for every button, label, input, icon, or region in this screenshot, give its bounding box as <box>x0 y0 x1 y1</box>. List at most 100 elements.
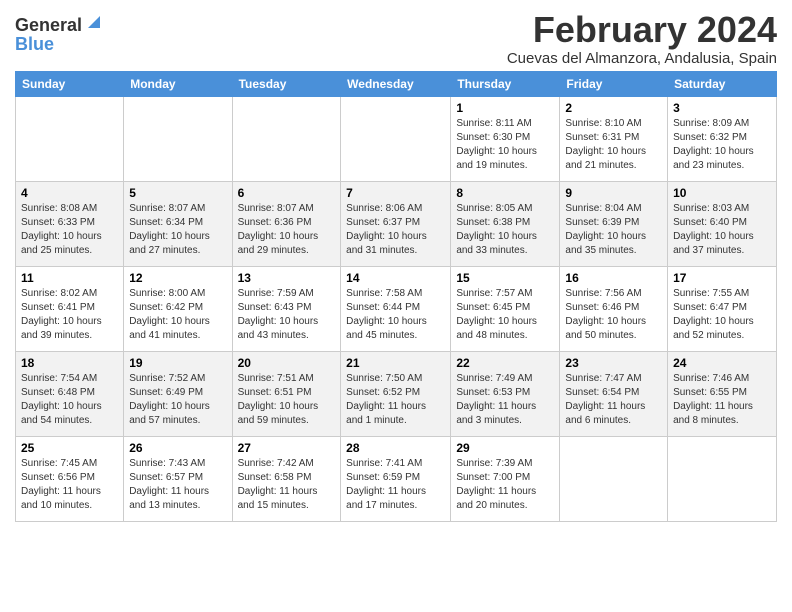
day-info: Sunrise: 8:07 AM Sunset: 6:34 PM Dayligh… <box>129 202 226 258</box>
page-header: General Blue February 2024 Cuevas del Al… <box>15 10 777 67</box>
header-tuesday: Tuesday <box>232 71 341 96</box>
day-number: 22 <box>456 356 554 370</box>
day-info: Sunrise: 8:04 AM Sunset: 6:39 PM Dayligh… <box>565 202 662 258</box>
day-number: 24 <box>673 356 771 370</box>
day-info: Sunrise: 7:55 AM Sunset: 6:47 PM Dayligh… <box>673 287 771 343</box>
day-cell-18: 18 Sunrise: 7:54 AM Sunset: 6:48 PM Dayli… <box>16 351 124 436</box>
empty-cell <box>668 436 777 521</box>
title-section: February 2024 Cuevas del Almanzora, Anda… <box>507 10 777 67</box>
day-number: 5 <box>129 186 226 200</box>
day-info: Sunrise: 7:50 AM Sunset: 6:52 PM Dayligh… <box>346 372 445 428</box>
day-cell-25: 25 Sunrise: 7:45 AM Sunset: 6:56 PM Dayli… <box>16 436 124 521</box>
day-info: Sunrise: 7:54 AM Sunset: 6:48 PM Dayligh… <box>21 372 118 428</box>
day-cell-2: 2 Sunrise: 8:10 AM Sunset: 6:31 PM Daylig… <box>560 96 668 181</box>
day-cell-9: 9 Sunrise: 8:04 AM Sunset: 6:39 PM Daylig… <box>560 181 668 266</box>
day-cell-26: 26 Sunrise: 7:43 AM Sunset: 6:57 PM Dayli… <box>124 436 232 521</box>
logo-general-text: General <box>15 16 82 34</box>
day-cell-19: 19 Sunrise: 7:52 AM Sunset: 6:49 PM Dayli… <box>124 351 232 436</box>
header-sunday: Sunday <box>16 71 124 96</box>
empty-cell <box>124 96 232 181</box>
empty-cell <box>341 96 451 181</box>
day-info: Sunrise: 8:11 AM Sunset: 6:30 PM Dayligh… <box>456 117 554 173</box>
day-number: 11 <box>21 271 118 285</box>
header-saturday: Saturday <box>668 71 777 96</box>
day-number: 10 <box>673 186 771 200</box>
day-cell-7: 7Sunrise: 8:06 AM Sunset: 6:37 PM Daylig… <box>341 181 451 266</box>
day-number: 21 <box>346 356 445 370</box>
day-cell-28: 28Sunrise: 7:41 AM Sunset: 6:59 PM Dayli… <box>341 436 451 521</box>
logo-blue-text: Blue <box>15 35 54 53</box>
day-info: Sunrise: 7:52 AM Sunset: 6:49 PM Dayligh… <box>129 372 226 428</box>
empty-cell <box>16 96 124 181</box>
day-info: Sunrise: 7:43 AM Sunset: 6:57 PM Dayligh… <box>129 457 226 513</box>
week-row: 25 Sunrise: 7:45 AM Sunset: 6:56 PM Dayli… <box>16 436 777 521</box>
day-number: 25 <box>21 441 118 455</box>
day-number: 23 <box>565 356 662 370</box>
day-number: 1 <box>456 101 554 115</box>
day-number: 20 <box>238 356 336 370</box>
day-cell-6: 6Sunrise: 8:07 AM Sunset: 6:36 PM Daylig… <box>232 181 341 266</box>
day-number: 29 <box>456 441 554 455</box>
day-number: 16 <box>565 271 662 285</box>
day-number: 26 <box>129 441 226 455</box>
week-row: 18 Sunrise: 7:54 AM Sunset: 6:48 PM Dayli… <box>16 351 777 436</box>
day-info: Sunrise: 8:00 AM Sunset: 6:42 PM Dayligh… <box>129 287 226 343</box>
day-cell-21: 21 Sunrise: 7:50 AM Sunset: 6:52 PM Dayli… <box>341 351 451 436</box>
logo-icon <box>84 14 100 30</box>
day-cell-3: 3Sunrise: 8:09 AM Sunset: 6:32 PM Daylig… <box>668 96 777 181</box>
day-cell-17: 17 Sunrise: 7:55 AM Sunset: 6:47 PM Dayli… <box>668 266 777 351</box>
empty-cell <box>560 436 668 521</box>
day-number: 14 <box>346 271 445 285</box>
calendar-header: SundayMondayTuesdayWednesdayThursdayFrid… <box>16 71 777 96</box>
day-cell-27: 27Sunrise: 7:42 AM Sunset: 6:58 PM Dayli… <box>232 436 341 521</box>
day-info: Sunrise: 7:39 AM Sunset: 7:00 PM Dayligh… <box>456 457 554 513</box>
day-cell-29: 29 Sunrise: 7:39 AM Sunset: 7:00 PM Dayli… <box>451 436 560 521</box>
day-info: Sunrise: 8:07 AM Sunset: 6:36 PM Dayligh… <box>238 202 336 258</box>
day-number: 12 <box>129 271 226 285</box>
day-number: 17 <box>673 271 771 285</box>
day-number: 4 <box>21 186 118 200</box>
day-info: Sunrise: 7:46 AM Sunset: 6:55 PM Dayligh… <box>673 372 771 428</box>
day-cell-22: 22 Sunrise: 7:49 AM Sunset: 6:53 PM Dayli… <box>451 351 560 436</box>
day-info: Sunrise: 7:59 AM Sunset: 6:43 PM Dayligh… <box>238 287 336 343</box>
day-info: Sunrise: 8:05 AM Sunset: 6:38 PM Dayligh… <box>456 202 554 258</box>
day-number: 13 <box>238 271 336 285</box>
logo: General Blue <box>15 14 100 53</box>
header-wednesday: Wednesday <box>341 71 451 96</box>
day-cell-4: 4 Sunrise: 8:08 AM Sunset: 6:33 PM Daylig… <box>16 181 124 266</box>
day-number: 19 <box>129 356 226 370</box>
day-info: Sunrise: 8:10 AM Sunset: 6:31 PM Dayligh… <box>565 117 662 173</box>
day-info: Sunrise: 7:56 AM Sunset: 6:46 PM Dayligh… <box>565 287 662 343</box>
week-row: 1 Sunrise: 8:11 AM Sunset: 6:30 PM Daylig… <box>16 96 777 181</box>
day-number: 8 <box>456 186 554 200</box>
day-cell-16: 16 Sunrise: 7:56 AM Sunset: 6:46 PM Dayli… <box>560 266 668 351</box>
day-cell-14: 14 Sunrise: 7:58 AM Sunset: 6:44 PM Dayli… <box>341 266 451 351</box>
day-info: Sunrise: 7:51 AM Sunset: 6:51 PM Dayligh… <box>238 372 336 428</box>
main-title: February 2024 <box>507 10 777 50</box>
day-number: 18 <box>21 356 118 370</box>
day-number: 27 <box>238 441 336 455</box>
day-cell-12: 12 Sunrise: 8:00 AM Sunset: 6:42 PM Dayli… <box>124 266 232 351</box>
day-info: Sunrise: 8:03 AM Sunset: 6:40 PM Dayligh… <box>673 202 771 258</box>
day-cell-15: 15Sunrise: 7:57 AM Sunset: 6:45 PM Dayli… <box>451 266 560 351</box>
day-info: Sunrise: 7:45 AM Sunset: 6:56 PM Dayligh… <box>21 457 118 513</box>
day-cell-23: 23Sunrise: 7:47 AM Sunset: 6:54 PM Dayli… <box>560 351 668 436</box>
day-number: 7 <box>346 186 445 200</box>
week-row: 11 Sunrise: 8:02 AM Sunset: 6:41 PM Dayli… <box>16 266 777 351</box>
day-info: Sunrise: 8:02 AM Sunset: 6:41 PM Dayligh… <box>21 287 118 343</box>
day-number: 9 <box>565 186 662 200</box>
day-cell-10: 10 Sunrise: 8:03 AM Sunset: 6:40 PM Dayli… <box>668 181 777 266</box>
header-monday: Monday <box>124 71 232 96</box>
day-cell-13: 13 Sunrise: 7:59 AM Sunset: 6:43 PM Dayli… <box>232 266 341 351</box>
day-cell-1: 1 Sunrise: 8:11 AM Sunset: 6:30 PM Daylig… <box>451 96 560 181</box>
header-friday: Friday <box>560 71 668 96</box>
day-info: Sunrise: 7:49 AM Sunset: 6:53 PM Dayligh… <box>456 372 554 428</box>
day-info: Sunrise: 7:58 AM Sunset: 6:44 PM Dayligh… <box>346 287 445 343</box>
day-info: Sunrise: 7:57 AM Sunset: 6:45 PM Dayligh… <box>456 287 554 343</box>
day-number: 2 <box>565 101 662 115</box>
day-cell-24: 24 Sunrise: 7:46 AM Sunset: 6:55 PM Dayli… <box>668 351 777 436</box>
subtitle: Cuevas del Almanzora, Andalusia, Spain <box>507 50 777 67</box>
day-number: 28 <box>346 441 445 455</box>
day-info: Sunrise: 8:08 AM Sunset: 6:33 PM Dayligh… <box>21 202 118 258</box>
day-number: 3 <box>673 101 771 115</box>
